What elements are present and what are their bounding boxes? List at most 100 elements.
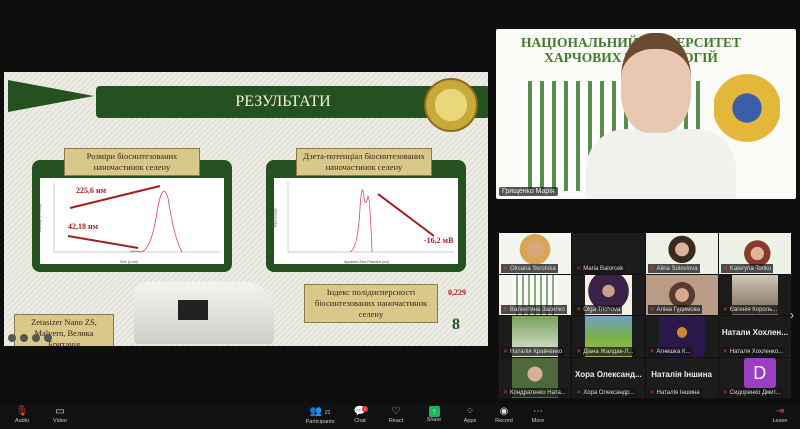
- participant-name: Olga Trichova: [583, 307, 621, 313]
- participant-name: Агнешка К...: [656, 348, 691, 355]
- page-number: 8: [452, 316, 460, 333]
- mic-muted-icon: ✕: [503, 390, 509, 396]
- zeta-potential-panel: -16,2 мВ Apparent Zeta Potential (mV) To…: [266, 160, 466, 272]
- participant-tile[interactable]: ✕ Діана Жалдак-Л...: [572, 316, 645, 357]
- speaker-person: [586, 33, 736, 199]
- participant-name: Alina Soloviova: [656, 265, 698, 272]
- chat-badge: 1: [362, 406, 368, 412]
- speaker-name: Грищенко Марія: [499, 187, 558, 196]
- more-icon: ⋯: [533, 406, 543, 417]
- pdi-value: 0,229: [448, 288, 466, 297]
- size-panel-label: Розміри біосинтезованих наночастинок сел…: [64, 148, 200, 176]
- mic-muted-icon: ✕: [722, 348, 728, 355]
- participant-tile[interactable]: Хора Олександ... ✕ Хора Олександр...: [572, 357, 645, 398]
- participant-name: Аліна Гудимова: [656, 307, 701, 313]
- size-distribution-plot: 225,6 нм 42,18 нм Size (d.nm) Intensity …: [38, 178, 224, 264]
- university-seal-logo: [424, 78, 478, 132]
- participant-tile[interactable]: ✕ Аліна Гудимова: [645, 274, 718, 315]
- participant-tile[interactable]: ✕ Євгенія Король...: [718, 274, 791, 315]
- leave-button[interactable]: ⇥ Leave: [762, 406, 798, 424]
- mic-muted-icon: 🎙: [15, 406, 29, 417]
- participant-name: Наталія Іншина: [656, 390, 700, 396]
- mic-muted-icon: ✕: [576, 348, 582, 355]
- participant-tile[interactable]: ✕ Maria Balorcek: [572, 233, 645, 274]
- participants-button[interactable]: 👥 21 Participants: [300, 406, 340, 425]
- participant-name: Наталія Кравченко: [510, 348, 563, 355]
- share-arrow-icon: ↑: [428, 406, 440, 417]
- right-xlabel: Apparent Zeta Potential (mV): [344, 260, 390, 264]
- participant-name: Наталя Хохленко...: [729, 348, 784, 355]
- participant-tile[interactable]: ✕ Kateryna Tonko: [718, 233, 791, 274]
- zeta-potential-plot: -16,2 мВ Apparent Zeta Potential (mV) To…: [274, 178, 458, 264]
- meeting-toolbar: 🎙 Audio ▭ Video 👥 21 Participants 💬 1 Chat ♡ R…: [0, 404, 800, 429]
- zoom-icon[interactable]: [32, 334, 40, 342]
- right-ylabel: Total Counts: [273, 208, 278, 228]
- left-xlabel: Size (d.nm): [120, 260, 138, 264]
- participant-tile[interactable]: ✕ Alina Soloviova: [645, 233, 718, 274]
- participants-icon: 👥 21: [309, 406, 331, 417]
- mic-muted-icon: ✕: [722, 307, 728, 313]
- mic-muted-icon: ✕: [576, 265, 582, 272]
- participant-tile[interactable]: ✕ Oksana Skrotska: [499, 233, 572, 274]
- apps-icon: ⁘: [465, 406, 475, 417]
- participant-tile[interactable]: D ✕ Сидоренко Дмит...: [718, 357, 791, 398]
- participant-name: Хора Олександр...: [583, 390, 635, 396]
- mic-muted-icon: ✕: [576, 390, 582, 396]
- record-icon: ◉: [499, 406, 509, 417]
- video-button[interactable]: ▭ Video: [42, 406, 78, 424]
- participant-name: Kateryna Tonko: [729, 265, 772, 272]
- more-icon[interactable]: [44, 334, 52, 342]
- participant-name: Сидоренко Дмит...: [729, 390, 781, 396]
- record-button[interactable]: ◉ Record: [486, 406, 522, 424]
- audio-button[interactable]: 🎙 Audio: [4, 406, 40, 424]
- zetasizer-instrument-image: [134, 282, 274, 344]
- participant-name: Maria Balorcek: [583, 265, 624, 272]
- participant-display-name: Наталія Іншина: [651, 369, 712, 379]
- participant-name: Кондратенко Ната...: [510, 390, 566, 396]
- camera-icon: ▭: [55, 406, 65, 417]
- participant-tile[interactable]: ✕ Кондратенко Ната...: [499, 357, 572, 398]
- participant-tile[interactable]: ✕ Наталія Кравченко: [499, 316, 572, 357]
- participant-display-name: Хора Олександ...: [575, 369, 642, 379]
- apps-button[interactable]: ⁘ Apps: [452, 406, 488, 424]
- participant-tile[interactable]: Натали Хохлен... ✕ Наталя Хохленко...: [718, 316, 791, 357]
- active-speaker-video[interactable]: НАЦІОНАЛЬНИЙ УНІВЕРСИТЕТ ХАРЧОВИХ ТЕХНОЛ…: [496, 29, 796, 199]
- leave-icon: ⇥: [775, 406, 785, 417]
- zeta-panel-label: Дзета-потенціал біосинтезованих наночаст…: [296, 148, 432, 176]
- react-button[interactable]: ♡ React: [378, 406, 414, 424]
- mic-muted-icon: ✕: [649, 390, 655, 396]
- participant-name: Діана Жалдак-Л...: [583, 348, 634, 355]
- size-distribution-panel: 225,6 нм 42,18 нм Size (d.nm) Intensity …: [32, 160, 232, 272]
- zeta-value-label: -16,2 мВ: [424, 236, 454, 245]
- mic-muted-icon: ✕: [503, 348, 509, 355]
- decorative-arrow: [8, 80, 94, 112]
- mic-muted-icon: ✕: [503, 307, 509, 313]
- prev-icon[interactable]: [8, 334, 16, 342]
- participant-gallery: ✕ Oksana Skrotska ✕ Maria Balorcek ✕ Alina …: [499, 233, 791, 398]
- participant-avatar: D: [743, 357, 776, 388]
- participant-tile[interactable]: ✕ Olga Trichova: [572, 274, 645, 315]
- mic-muted-icon: ✕: [649, 265, 655, 272]
- chat-icon: 💬: [353, 406, 367, 417]
- mic-muted-icon: ✕: [649, 348, 655, 355]
- chat-button[interactable]: 💬 1 Chat: [342, 406, 378, 424]
- more-button[interactable]: ⋯ More: [520, 406, 556, 424]
- size-peak-1-label: 225,6 нм: [76, 186, 107, 195]
- pdi-label: Індекс полідисперсності біосинтезованих …: [304, 284, 438, 323]
- participant-name: Валентина Засилко: [510, 307, 565, 313]
- share-button[interactable]: ↑ Share: [416, 406, 452, 423]
- participant-tile[interactable]: ✕ Валентина Засилко: [499, 274, 572, 315]
- pen-icon[interactable]: [20, 334, 28, 342]
- mic-muted-icon: ✕: [576, 307, 582, 313]
- left-ylabel: Intensity (Percent): [38, 203, 43, 233]
- slide-controls[interactable]: [8, 334, 52, 342]
- mic-muted-icon: ✕: [503, 265, 509, 272]
- participant-display-name: Натали Хохлен...: [721, 328, 788, 337]
- participant-name: Євгенія Король...: [729, 307, 778, 313]
- mic-muted-icon: ✕: [722, 265, 728, 272]
- next-page-chevron-icon[interactable]: ›: [790, 308, 794, 322]
- participant-tile[interactable]: ✕ Агнешка К...: [645, 316, 718, 357]
- participant-tile[interactable]: Наталія Іншина ✕ Наталія Іншина: [645, 357, 718, 398]
- shared-screen-slide: РЕЗУЛЬТАТИ 225,6 нм 42,18 нм Size (d.nm)…: [4, 72, 488, 346]
- heart-icon: ♡: [391, 406, 401, 417]
